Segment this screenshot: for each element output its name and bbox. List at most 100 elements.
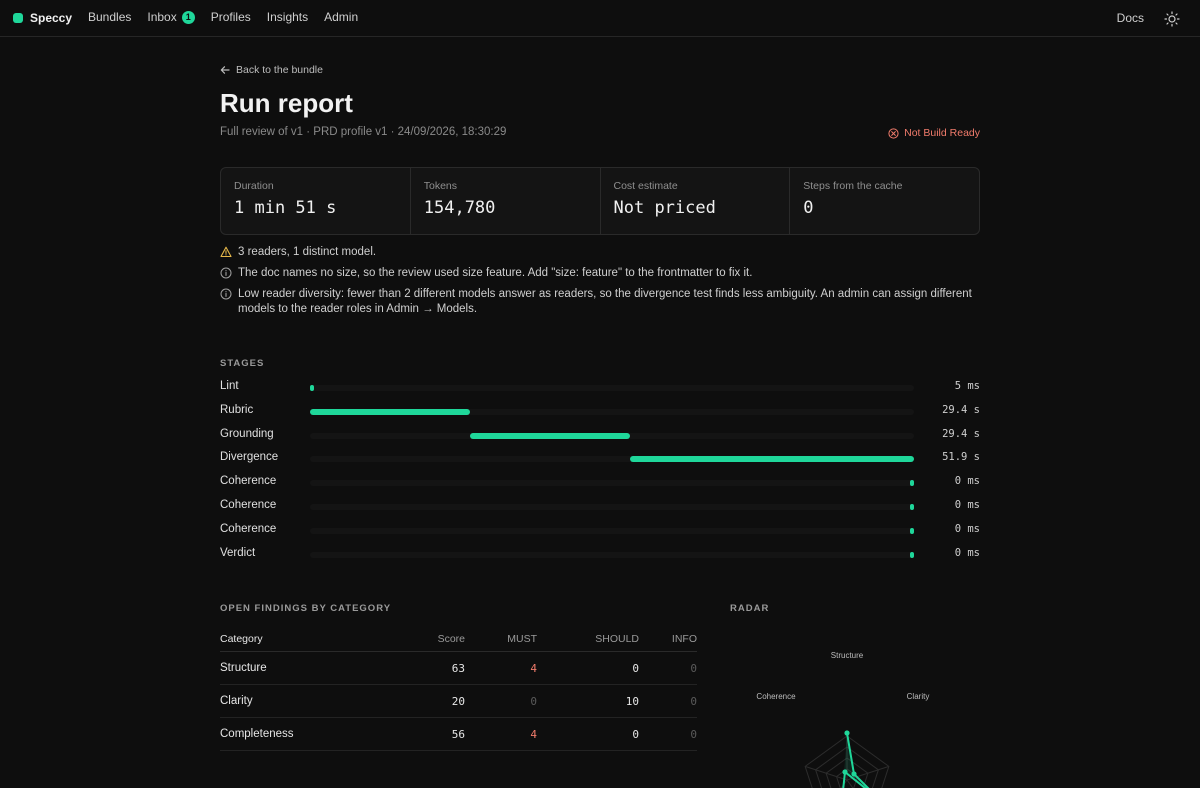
cell-should: 0 xyxy=(632,661,639,675)
stage-duration: 0 ms xyxy=(954,475,980,488)
back-link-label: Back to the bundle xyxy=(236,64,323,76)
table-body: Structure 63 4 0 0 Clarity 20 0 10 0 Completeness 5… xyxy=(220,652,697,751)
note-item: The doc names no size, so the review use… xyxy=(220,266,980,281)
nav-insights-label: Insights xyxy=(266,10,309,24)
docs-link[interactable]: Docs xyxy=(1117,11,1144,25)
radar-point xyxy=(851,771,857,777)
stage-name: Grounding xyxy=(220,427,274,440)
stage-duration: 29.4 s xyxy=(942,403,980,416)
cell-should: 10 xyxy=(625,694,639,708)
warning-icon xyxy=(220,246,232,258)
note-text: 3 readers, 1 distinct model. xyxy=(238,246,377,258)
cell-must: 4 xyxy=(530,661,537,675)
status-badge: Not Build Ready xyxy=(888,127,980,139)
stage-name: Rubric xyxy=(220,403,254,416)
metric-value: Not priced xyxy=(613,198,716,218)
stage-duration: 0 ms xyxy=(954,498,980,511)
col-should[interactable]: SHOULD xyxy=(537,633,639,645)
radar-heading: RADAR xyxy=(730,603,770,614)
nav-insights[interactable]: Insights xyxy=(267,10,308,24)
stage-name: Coherence xyxy=(220,475,277,488)
radar-point xyxy=(842,769,848,775)
back-link[interactable]: Back to the bundle xyxy=(220,64,323,76)
inbox-count-badge: 1 xyxy=(181,10,195,24)
cell-info: 0 xyxy=(690,694,697,708)
stage-track xyxy=(310,456,914,463)
findings-table: Category Score MUST SHOULD INFO Structur… xyxy=(220,626,697,751)
stage-name: Divergence xyxy=(220,451,279,464)
stage-name: Verdict xyxy=(220,546,256,559)
col-category[interactable]: Category xyxy=(220,633,390,645)
table-header: Category Score MUST SHOULD INFO xyxy=(220,626,697,652)
metric-label: Cost estimate xyxy=(613,180,678,192)
stage-row: Divergence 51.9 s xyxy=(220,447,980,471)
arrow-left-icon xyxy=(220,66,230,74)
stage-name: Coherence xyxy=(220,498,277,511)
stage-name: Coherence xyxy=(220,522,277,535)
cell-score: 20 xyxy=(451,694,465,708)
findings-heading: OPEN FINDINGS BY CATEGORY xyxy=(220,603,392,614)
radar-axis-label: Structure xyxy=(831,651,864,660)
page-subtitle: Full review of v1 · PRD profile v1 · 24/… xyxy=(220,126,507,138)
info-icon xyxy=(220,267,232,279)
nav-bundles[interactable]: Bundles xyxy=(88,10,131,24)
cell-score: 56 xyxy=(451,727,465,741)
brand-logo[interactable]: Speccy xyxy=(13,11,72,25)
note-text: The doc names no size, so the review use… xyxy=(238,267,753,279)
stage-track xyxy=(310,551,914,558)
radar-axis-label: Clarity xyxy=(907,692,930,701)
cell-category: Structure xyxy=(220,662,267,674)
stages-timeline: Lint 5 ms Rubric 29.4 s Grounding 29.4 s Diver… xyxy=(220,376,980,566)
stage-bar xyxy=(470,432,631,439)
metric-value: 154,780 xyxy=(423,198,496,218)
col-score[interactable]: Score xyxy=(390,633,465,645)
stage-track xyxy=(310,408,914,415)
stage-row: Grounding 29.4 s xyxy=(220,424,980,448)
metric-cache-steps: Steps from the cache 0 xyxy=(790,168,979,234)
nav-bundles-label: Bundles xyxy=(88,10,132,24)
brand-name: Speccy xyxy=(30,11,73,25)
nav-profiles[interactable]: Profiles xyxy=(211,10,251,24)
nav-profiles-label: Profiles xyxy=(210,10,251,24)
stages-heading: STAGES xyxy=(220,358,265,369)
stage-duration: 51.9 s xyxy=(942,451,980,464)
stage-track xyxy=(310,432,914,439)
metrics-panel: Duration 1 min 51 s Tokens 154,780 Cost … xyxy=(220,167,980,235)
radar-axis-label: Coherence xyxy=(756,692,796,701)
stage-name: Lint xyxy=(220,380,239,392)
brand-icon xyxy=(13,13,23,23)
note-text: Low reader diversity: fewer than 2 diffe… xyxy=(238,288,972,315)
nav-items: Bundles Inbox 1 Profiles Insights Admin xyxy=(88,10,374,24)
col-info[interactable]: INFO xyxy=(639,633,697,645)
stage-row: Lint 5 ms xyxy=(220,376,980,400)
cell-score: 63 xyxy=(451,661,465,675)
table-row[interactable]: Completeness 56 4 0 0 xyxy=(220,718,697,751)
nav-admin[interactable]: Admin xyxy=(324,10,358,24)
col-must[interactable]: MUST xyxy=(465,633,537,645)
stage-bar xyxy=(910,527,914,534)
cell-category: Completeness xyxy=(220,728,294,740)
stage-track xyxy=(310,480,914,487)
metric-tokens: Tokens 154,780 xyxy=(411,168,601,234)
stage-duration: 0 ms xyxy=(954,546,980,559)
table-row[interactable]: Structure 63 4 0 0 xyxy=(220,652,697,685)
stage-bar xyxy=(910,480,914,487)
metric-value: 1 min 51 s xyxy=(234,198,337,218)
table-row[interactable]: Clarity 20 0 10 0 xyxy=(220,685,697,718)
stage-bar xyxy=(310,385,314,391)
stage-row: Rubric 29.4 s xyxy=(220,400,980,424)
cell-must: 0 xyxy=(530,694,537,708)
note-item: Low reader diversity: fewer than 2 diffe… xyxy=(220,287,980,317)
nav-inbox[interactable]: Inbox 1 xyxy=(147,10,195,24)
cell-category: Clarity xyxy=(220,695,253,707)
nav-inbox-label: Inbox xyxy=(147,10,177,24)
stage-row: Coherence 0 ms xyxy=(220,495,980,519)
top-nav: Speccy Bundles Inbox 1 Profiles Insights … xyxy=(0,0,1200,37)
notes-list: 3 readers, 1 distinct model. The doc nam… xyxy=(220,245,980,323)
radar-point xyxy=(844,730,850,736)
metric-cost: Cost estimate Not priced xyxy=(601,168,791,234)
metric-label: Tokens xyxy=(423,180,458,192)
sun-icon[interactable] xyxy=(1164,11,1180,27)
stage-track xyxy=(310,385,914,391)
stage-bar xyxy=(630,456,914,463)
